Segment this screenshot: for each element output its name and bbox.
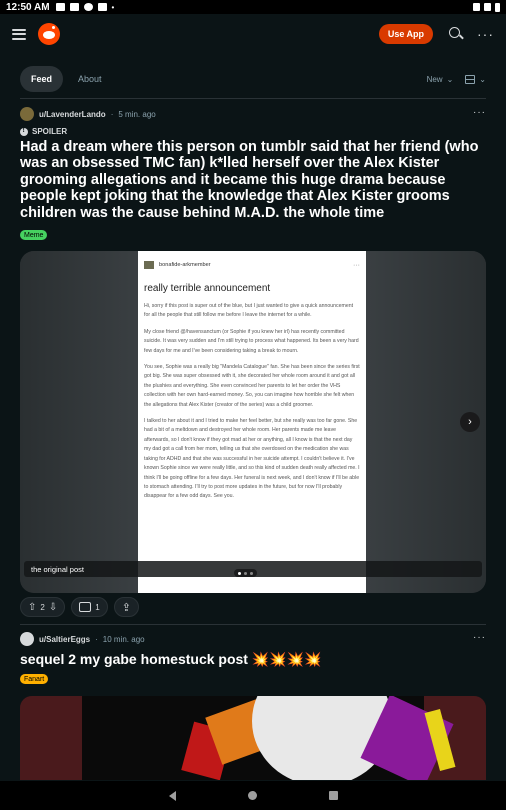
status-time: 12:50 AM bbox=[6, 1, 50, 13]
pinterest-icon bbox=[83, 3, 93, 11]
hamburger-icon[interactable] bbox=[12, 28, 26, 40]
post-image[interactable] bbox=[20, 696, 486, 780]
tumblr-username: bonafide-arkmember bbox=[159, 262, 211, 268]
comment-icon bbox=[79, 602, 92, 612]
tumblr-paragraph: You see, Sophie was a really big "Mandel… bbox=[144, 364, 360, 408]
tumblr-more-icon: ··· bbox=[353, 261, 360, 269]
post-flair[interactable]: Meme bbox=[20, 230, 48, 240]
post-time: 5 min. ago bbox=[118, 109, 156, 119]
use-app-button[interactable]: Use App bbox=[378, 24, 433, 44]
tab-about[interactable]: About bbox=[67, 66, 113, 92]
status-notification-icons: • bbox=[55, 2, 115, 12]
wifi-icon bbox=[484, 3, 491, 11]
pagination-dot bbox=[238, 571, 241, 575]
youtube-icon bbox=[69, 3, 79, 11]
post-actions: ⇧ 2 ⇩ 1 ⇪ bbox=[20, 597, 139, 617]
battery-icon bbox=[495, 2, 500, 12]
profile-tabs: Feed About New ⌄ ⌄ bbox=[20, 66, 486, 92]
gmail-icon bbox=[97, 3, 107, 11]
home-icon[interactable] bbox=[247, 791, 257, 800]
post-title[interactable]: sequel 2 my gabe homestuck post 💥💥💥💥 bbox=[20, 651, 322, 668]
status-bar: 12:50 AM • bbox=[0, 0, 506, 14]
recents-icon[interactable] bbox=[328, 791, 338, 800]
gallery-pagination bbox=[234, 569, 257, 577]
arrow-up-icon[interactable]: ⇧ bbox=[28, 602, 36, 613]
post-gallery[interactable]: bonafide-arkmember ··· really terrible a… bbox=[20, 251, 486, 593]
dot-icon: • bbox=[111, 2, 115, 12]
post-meta: u/SaltierEggs · 10 min. ago bbox=[20, 632, 145, 646]
search-icon[interactable] bbox=[447, 25, 465, 43]
tumblr-post-title: really terrible announcement bbox=[144, 283, 271, 294]
chevron-down-icon: ⌄ bbox=[479, 74, 486, 84]
post-more-icon[interactable]: ··· bbox=[473, 107, 486, 118]
status-system-icons bbox=[473, 2, 500, 12]
layout-icon bbox=[465, 74, 476, 84]
divider bbox=[20, 624, 486, 625]
vote-count: 2 bbox=[40, 602, 45, 612]
tumblr-paragraph: Hi, sorry if this post is super out of t… bbox=[144, 303, 354, 319]
separator-dot: · bbox=[95, 634, 98, 644]
pagination-dot bbox=[244, 571, 247, 575]
separator-dot: · bbox=[110, 109, 114, 119]
sort-label: New bbox=[426, 74, 443, 84]
tumblr-header: bonafide-arkmember ··· bbox=[144, 259, 360, 271]
tab-feed[interactable]: Feed bbox=[20, 66, 64, 92]
tumblr-paragraph: My close friend @/havensanctum (or Sophi… bbox=[144, 328, 359, 354]
more-icon[interactable]: ··· bbox=[477, 26, 494, 42]
chevron-down-icon: ⌄ bbox=[446, 74, 454, 84]
share-icon: ⇪ bbox=[121, 601, 131, 614]
vote-control: ⇧ 2 ⇩ bbox=[20, 597, 66, 617]
reddit-logo[interactable] bbox=[38, 23, 60, 45]
post-author[interactable]: u/SaltierEggs bbox=[39, 635, 90, 644]
post-author[interactable]: u/LavenderLando bbox=[39, 110, 106, 119]
post-flair[interactable]: Fanart bbox=[20, 674, 49, 684]
post-time: 10 min. ago bbox=[102, 634, 145, 644]
back-icon[interactable] bbox=[168, 790, 176, 801]
tumblr-paragraph: I talked to her about it and I tried to … bbox=[144, 418, 360, 500]
arrow-down-icon[interactable]: ⇩ bbox=[49, 602, 57, 613]
system-navbar bbox=[0, 781, 506, 810]
spoiler-icon bbox=[20, 127, 28, 136]
avatar[interactable] bbox=[20, 632, 34, 646]
gallery-blur-left bbox=[20, 251, 138, 593]
avatar[interactable] bbox=[20, 107, 34, 121]
android-icon bbox=[55, 3, 65, 11]
image-blur-left bbox=[20, 696, 82, 780]
spoiler-label: SPOILER bbox=[32, 127, 68, 136]
view-layout-button[interactable]: ⌄ bbox=[465, 74, 486, 84]
gallery-image: bonafide-arkmember ··· really terrible a… bbox=[138, 251, 366, 593]
post-more-icon[interactable]: ··· bbox=[473, 632, 486, 643]
app-header: Use App ··· bbox=[0, 14, 506, 54]
divider bbox=[20, 98, 486, 99]
gallery-next-button[interactable]: › bbox=[460, 412, 480, 432]
tumblr-avatar bbox=[144, 261, 154, 269]
pagination-dot bbox=[250, 571, 253, 575]
comments-button[interactable]: 1 bbox=[71, 597, 108, 617]
comment-count: 1 bbox=[95, 602, 100, 612]
image-artwork bbox=[82, 696, 456, 780]
share-button[interactable]: ⇪ bbox=[113, 597, 139, 617]
mute-icon bbox=[473, 3, 480, 11]
sort-dropdown[interactable]: New ⌄ bbox=[427, 75, 454, 84]
spoiler-tag: SPOILER bbox=[20, 127, 67, 136]
post-title[interactable]: Had a dream where this person on tumblr … bbox=[20, 139, 490, 221]
post-meta: u/LavenderLando · 5 min. ago bbox=[20, 107, 156, 121]
